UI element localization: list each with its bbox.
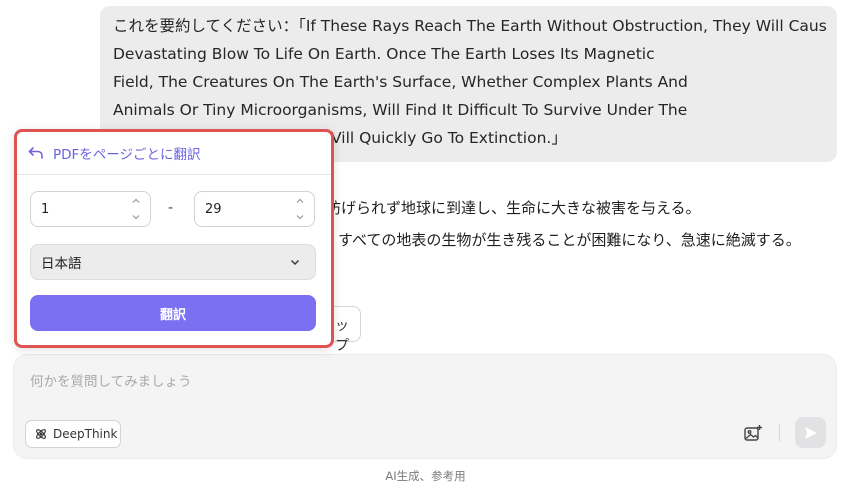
toolbar-divider [779,424,780,442]
start-page-input[interactable] [31,192,127,226]
end-page-field[interactable] [194,191,315,227]
chevron-down-icon[interactable] [294,211,306,223]
ai-disclaimer: AI生成、参考用 [385,469,466,483]
popup-title: PDFをページごとに翻訳 [53,147,201,163]
start-page-field[interactable] [30,191,151,227]
send-button[interactable] [795,417,826,448]
chat-composer: DeepThink [13,354,837,459]
chat-input[interactable] [30,371,730,393]
deepthink-button[interactable]: DeepThink [25,420,121,448]
back-arrow-icon [28,147,43,159]
send-icon [804,426,817,439]
chevron-up-icon[interactable] [294,195,306,207]
message-line: Field, The Creatures On The Earth's Surf… [113,73,688,91]
message-line: これを要約してください：「If These Rays Reach The Ear… [113,17,827,35]
chevron-down-icon [291,260,299,265]
deepthink-label: DeepThink [53,427,118,441]
atom-icon [36,429,46,439]
message-line: Animals Or Tiny Microorganisms, Will Fin… [113,101,688,119]
language-value: 日本語 [41,256,82,272]
range-separator: - [168,200,174,216]
end-page-input[interactable] [195,192,291,226]
popup-back-header[interactable]: PDFをページごとに翻訳 [17,132,331,175]
chevron-down-icon[interactable] [130,211,142,223]
translate-pdf-popup: PDFをページごとに翻訳 - 日本語 翻訳 [14,129,334,348]
response-line: 防げられず地球に到達し、生命に大きな被害を与える。 [326,199,701,217]
end-page-stepper[interactable] [294,195,306,223]
chevron-up-icon[interactable] [130,195,142,207]
start-page-stepper[interactable] [130,195,142,223]
response-line: すべての地表の生物が生き残ることが困難になり、急速に絶滅する。 [338,231,801,249]
translate-button[interactable]: 翻訳 [30,295,316,331]
language-select[interactable]: 日本語 [30,244,316,280]
image-upload-icon[interactable] [743,423,763,443]
message-line: Devastating Blow To Life On Earth. Once … [113,45,655,63]
